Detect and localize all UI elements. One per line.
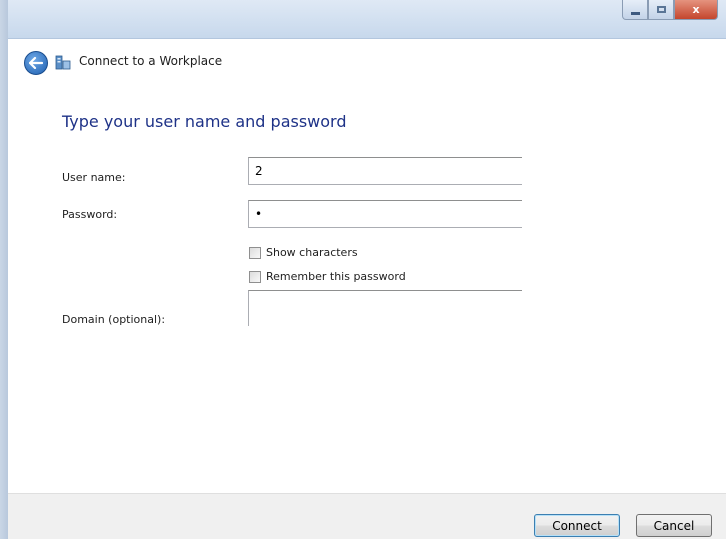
domain-label: Domain (optional):: [62, 313, 166, 326]
remember-password-option[interactable]: Remember this password: [249, 270, 406, 283]
close-button[interactable]: x: [674, 0, 718, 20]
connect-button[interactable]: Connect: [534, 514, 620, 537]
remember-password-label: Remember this password: [266, 270, 406, 283]
connect-workplace-window: x Connect to a Workplace Type your user …: [0, 0, 726, 539]
remember-password-checkbox[interactable]: [249, 270, 261, 283]
password-label: Password:: [62, 208, 118, 221]
wizard-footer: Connect Cancel: [8, 493, 726, 539]
wizard-title: Connect to a Workplace: [79, 54, 223, 68]
back-arrow-icon: [29, 57, 43, 69]
minimize-button[interactable]: [622, 0, 648, 20]
show-characters-option[interactable]: Show characters: [249, 246, 358, 259]
maximize-icon: [656, 6, 666, 13]
minimize-icon: [630, 12, 640, 15]
show-characters-checkbox[interactable]: [249, 246, 261, 259]
password-input[interactable]: •: [248, 200, 522, 228]
cancel-button[interactable]: Cancel: [636, 514, 712, 537]
username-input[interactable]: 2: [248, 157, 522, 185]
window-frame-left: [0, 0, 8, 539]
domain-input[interactable]: [248, 290, 522, 326]
title-bar[interactable]: x: [8, 0, 726, 39]
window-controls: x: [622, 0, 718, 20]
page-heading: Type your user name and password: [62, 112, 347, 131]
close-icon: x: [692, 3, 700, 16]
back-button[interactable]: [24, 51, 48, 75]
show-characters-label: Show characters: [266, 246, 358, 259]
maximize-button[interactable]: [648, 0, 674, 20]
wizard-header: Connect to a Workplace: [8, 39, 726, 79]
username-label: User name:: [62, 171, 126, 184]
network-connection-icon: [55, 55, 71, 70]
